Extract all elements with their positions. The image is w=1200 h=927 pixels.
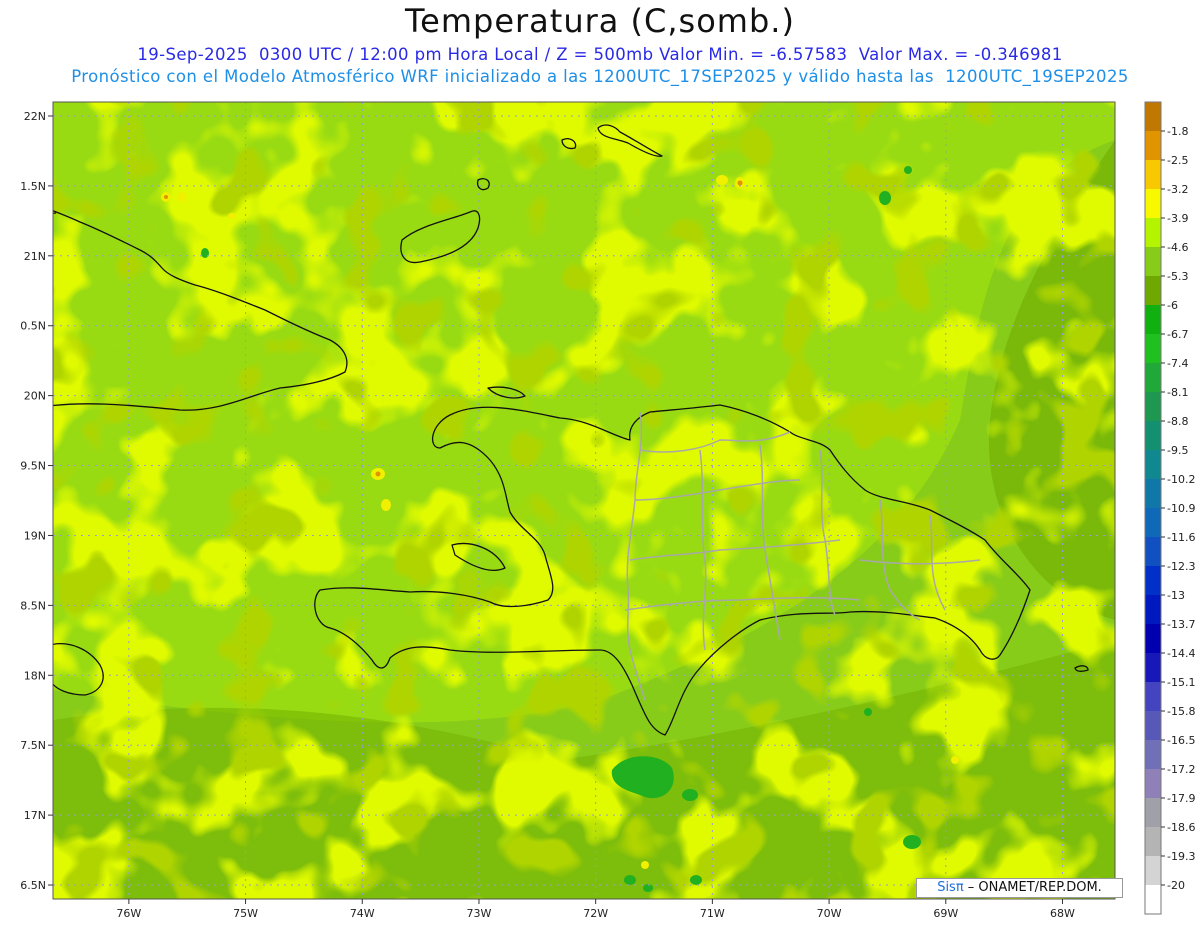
colorbar-label: -8.1 [1167, 386, 1188, 399]
subtitle-valid-time: 19-Sep-2025 0300 UTC / 12:00 pm Hora Loc… [137, 45, 1063, 64]
sispi-logo: Sisπ [937, 880, 964, 895]
colorbar-label: -11.6 [1167, 531, 1195, 544]
lon-tick-label: 72W [583, 907, 608, 920]
colorbar-label: -20 [1167, 879, 1185, 892]
colorbar-swatch [1145, 537, 1161, 566]
lon-tick-label: 73W [467, 907, 492, 920]
colorbar-swatch [1145, 363, 1161, 392]
chart-title: Temperatura (C,somb.) [405, 2, 795, 40]
lon-tick-label: 68W [1050, 907, 1075, 920]
colorbar-swatch [1145, 131, 1161, 160]
forecast-map: 76W 75W 74W 73W 72W 71W 70W 69W 68W 22N 1.5N 21N 0.… [20, 101, 1195, 920]
colorbar-label: -3.9 [1167, 212, 1188, 225]
colorbar-swatch [1145, 508, 1161, 537]
colorbar-swatch [1145, 653, 1161, 682]
colorbar-label: -1.8 [1167, 125, 1188, 138]
colorbar-swatch [1145, 711, 1161, 740]
lon-tick-label: 76W [116, 907, 141, 920]
colorbar-label: -4.6 [1167, 241, 1188, 254]
lat-tick-label: 19N [24, 529, 46, 542]
colorbar-swatch [1145, 595, 1161, 624]
colorbar-swatch [1145, 798, 1161, 827]
colorbar-swatch [1145, 392, 1161, 421]
colorbar-swatch [1145, 247, 1161, 276]
colorbar-swatch [1145, 624, 1161, 653]
colorbar-label: -9.5 [1167, 444, 1188, 457]
lon-tick-label: 70W [817, 907, 842, 920]
colorbar-label: -17.9 [1167, 792, 1195, 805]
colorbar-label: -8.8 [1167, 415, 1188, 428]
lat-tick-label: 7.5N [20, 739, 46, 752]
colorbar-label: -6 [1167, 299, 1178, 312]
colorbar-swatch [1145, 566, 1161, 595]
colorbar-swatch [1145, 334, 1161, 363]
colorbar-swatch [1145, 885, 1161, 914]
colorbar-label: -16.5 [1167, 734, 1195, 747]
colorbar-swatch [1145, 450, 1161, 479]
lat-tick-label: 0.5N [20, 320, 46, 333]
colorbar-label: -5.3 [1167, 270, 1188, 283]
colorbar-label: -10.9 [1167, 502, 1195, 515]
lat-tick-label: 6.5N [20, 879, 46, 892]
lat-tick-label: 8.5N [20, 599, 46, 612]
colorbar-swatch [1145, 102, 1161, 131]
colorbar-label: -15.1 [1167, 676, 1195, 689]
colorbar: -1.8 -2.5 -3.2 -3.9 -4.6 -5.3 -6 -6.7 -7.4 -8.1 -8… [1144, 101, 1195, 915]
lon-tick-label: 71W [700, 907, 725, 920]
colorbar-label: -12.3 [1167, 560, 1195, 573]
colorbar-label: -15.8 [1167, 705, 1195, 718]
colorbar-swatch [1145, 305, 1161, 334]
lat-tick-label: 9.5N [20, 460, 46, 473]
credit-box: Sisπ – ONAMET/REP.DOM. [916, 878, 1123, 898]
colorbar-swatch [1145, 276, 1161, 305]
subtitle-model-info: Pronóstico con el Modelo Atmosférico WRF… [71, 67, 1129, 86]
lat-tick-label: 22N [24, 110, 46, 123]
colorbar-label: -17.2 [1167, 763, 1195, 776]
colorbar-label: -13 [1167, 589, 1185, 602]
colorbar-swatch [1145, 682, 1161, 711]
colorbar-label: -19.3 [1167, 850, 1195, 863]
lat-tick-label: 21N [24, 250, 46, 263]
colorbar-swatch [1145, 856, 1161, 885]
lat-tick-label: 1.5N [20, 180, 46, 193]
colorbar-label: -13.7 [1167, 618, 1195, 631]
colorbar-label: -14.4 [1167, 647, 1195, 660]
colorbar-label: -18.6 [1167, 821, 1195, 834]
colorbar-swatch [1145, 421, 1161, 450]
latitude-axis: 22N 1.5N 21N 0.5N 20N 9.5N 19N 8.5N 18N 7.5N 17N 6.… [20, 110, 53, 892]
colorbar-swatch [1145, 827, 1161, 856]
colorbar-label: -3.2 [1167, 183, 1188, 196]
colorbar-swatch [1145, 160, 1161, 189]
colorbar-swatch [1145, 769, 1161, 798]
colorbar-label: -6.7 [1167, 328, 1188, 341]
colorbar-swatch [1145, 218, 1161, 247]
dark-blotches [53, 102, 1115, 899]
colorbar-swatch [1145, 740, 1161, 769]
temperature-field [53, 102, 1115, 899]
lon-tick-label: 69W [933, 907, 958, 920]
credit-text: – ONAMET/REP.DOM. [963, 880, 1102, 895]
colorbar-label: -2.5 [1167, 154, 1188, 167]
longitude-axis: 76W 75W 74W 73W 72W 71W 70W 69W 68W [116, 899, 1075, 920]
lat-tick-label: 20N [24, 390, 46, 403]
lat-tick-label: 17N [24, 809, 46, 822]
colorbar-swatch [1145, 479, 1161, 508]
lat-tick-label: 18N [24, 669, 46, 682]
colorbar-swatch [1145, 189, 1161, 218]
colorbar-label: -10.2 [1167, 473, 1195, 486]
lon-tick-label: 75W [233, 907, 258, 920]
colorbar-label: -7.4 [1167, 357, 1188, 370]
lon-tick-label: 74W [350, 907, 375, 920]
